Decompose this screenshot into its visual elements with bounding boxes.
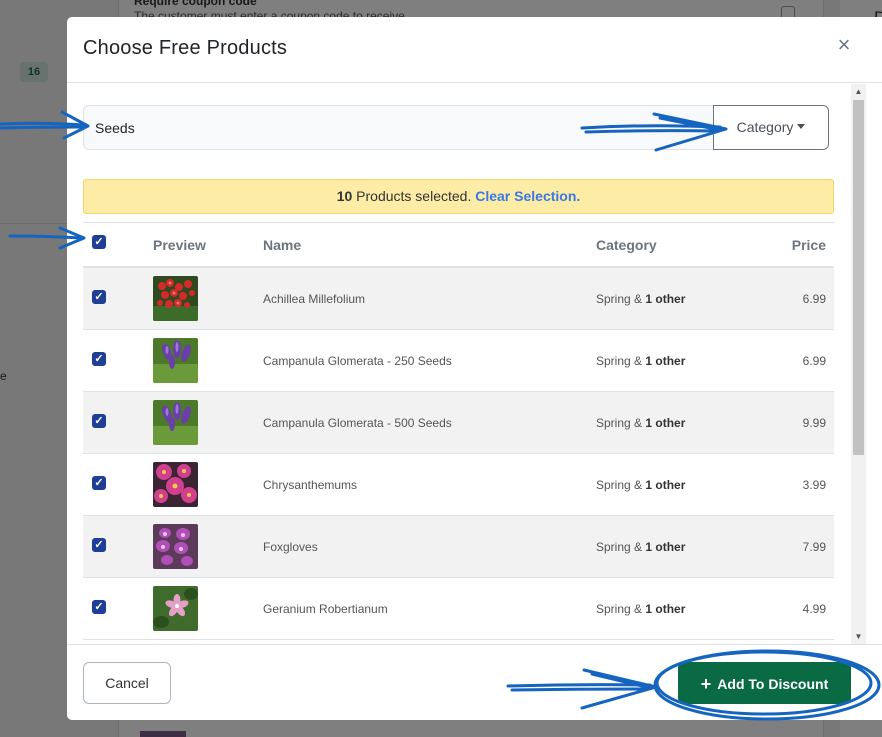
category-more: 1 other [645, 540, 686, 554]
modal-footer: Cancel + Add To Discount [67, 644, 882, 720]
products-table: ✓ Preview Name Category Price ✓ Achillea… [83, 222, 834, 640]
table-row[interactable]: ✓ Campanula Glomerata - 250 Seeds Spring… [83, 330, 834, 392]
product-thumbnail [153, 586, 198, 631]
add-to-discount-label: Add To Discount [717, 676, 829, 692]
table-header: ✓ Preview Name Category Price [83, 222, 834, 268]
column-header-price[interactable]: Price [792, 237, 826, 253]
product-price: 6.99 [802, 292, 826, 306]
row-checkbox[interactable]: ✓ [92, 600, 106, 614]
close-icon[interactable]: × [836, 34, 852, 56]
product-category: Spring & 1 other [596, 540, 685, 554]
product-name: Chrysanthemums [263, 478, 358, 492]
choose-free-products-modal: Choose Free Products × Category 10 Produ… [67, 17, 882, 720]
category-more: 1 other [645, 478, 686, 492]
product-name: Achillea Millefolium [263, 292, 366, 306]
product-price: 6.99 [802, 354, 826, 368]
table-row[interactable]: ✓ Geranium Robertianum Spring & 1 other … [83, 578, 834, 640]
row-checkbox[interactable]: ✓ [92, 476, 106, 490]
modal-body: Category 10 Products selected. Clear Sel… [67, 84, 866, 642]
row-checkbox[interactable]: ✓ [92, 538, 106, 552]
product-name: Campanula Glomerata - 500 Seeds [263, 416, 452, 430]
row-checkbox[interactable]: ✓ [92, 414, 106, 428]
table-row[interactable]: ✓ Foxgloves Spring & 1 other 7.99 [83, 516, 834, 578]
product-category: Spring & 1 other [596, 292, 685, 306]
scrollbar-thumb[interactable] [853, 100, 864, 455]
table-row[interactable]: ✓ Achillea Millefolium Spring & 1 other … [83, 268, 834, 330]
search-input[interactable] [83, 105, 715, 150]
product-category: Spring & 1 other [596, 354, 685, 368]
column-header-category[interactable]: Category [596, 237, 657, 253]
modal-header: Choose Free Products × [67, 17, 882, 83]
caret-down-icon [797, 123, 806, 129]
product-category: Spring & 1 other [596, 478, 685, 492]
category-button-label: Category [736, 119, 794, 135]
product-price: 4.99 [802, 602, 826, 616]
product-thumbnail [153, 524, 198, 569]
category-primary: Spring & [596, 602, 646, 616]
category-primary: Spring & [596, 354, 646, 368]
product-name: Geranium Robertianum [263, 602, 388, 616]
table-row[interactable]: ✓ Campanula Glomerata - 500 Seeds Spring… [83, 392, 834, 454]
search-row: Category [83, 105, 829, 150]
product-price: 7.99 [802, 540, 826, 554]
add-to-discount-button[interactable]: + Add To Discount [678, 662, 851, 704]
product-category: Spring & 1 other [596, 416, 685, 430]
category-more: 1 other [645, 416, 686, 430]
selection-text: Products selected. [352, 188, 476, 204]
product-name: Foxgloves [263, 540, 318, 554]
category-primary: Spring & [596, 292, 646, 306]
column-header-name[interactable]: Name [263, 237, 301, 253]
product-thumbnail [153, 276, 198, 321]
selection-banner: 10 Products selected. Clear Selection. [83, 179, 834, 214]
plus-icon: + [700, 674, 712, 694]
selected-count: 10 [336, 188, 353, 204]
product-thumbnail [153, 462, 198, 507]
modal-title: Choose Free Products [83, 37, 288, 59]
product-price: 9.99 [802, 416, 826, 430]
category-more: 1 other [645, 292, 686, 306]
scroll-down-arrow-icon[interactable]: ▼ [851, 629, 866, 644]
column-header-preview: Preview [153, 237, 206, 253]
category-more: 1 other [645, 354, 686, 368]
row-checkbox[interactable]: ✓ [92, 352, 106, 366]
category-dropdown-button[interactable]: Category [713, 105, 829, 150]
modal-scrollbar[interactable]: ▲ ▼ [851, 84, 866, 644]
category-primary: Spring & [596, 416, 646, 430]
product-name: Campanula Glomerata - 250 Seeds [263, 354, 452, 368]
category-primary: Spring & [596, 540, 646, 554]
category-primary: Spring & [596, 478, 646, 492]
select-all-checkbox[interactable]: ✓ [92, 235, 106, 249]
cancel-button[interactable]: Cancel [83, 662, 171, 704]
clear-selection-link[interactable]: Clear Selection. [475, 188, 580, 204]
product-thumbnail [153, 338, 198, 383]
scroll-up-arrow-icon[interactable]: ▲ [851, 84, 866, 99]
product-thumbnail [153, 400, 198, 445]
table-row[interactable]: ✓ Chrysanthemums Spring & 1 other 3.99 [83, 454, 834, 516]
product-category: Spring & 1 other [596, 602, 685, 616]
row-checkbox[interactable]: ✓ [92, 290, 106, 304]
product-price: 3.99 [802, 478, 826, 492]
category-more: 1 other [645, 602, 686, 616]
